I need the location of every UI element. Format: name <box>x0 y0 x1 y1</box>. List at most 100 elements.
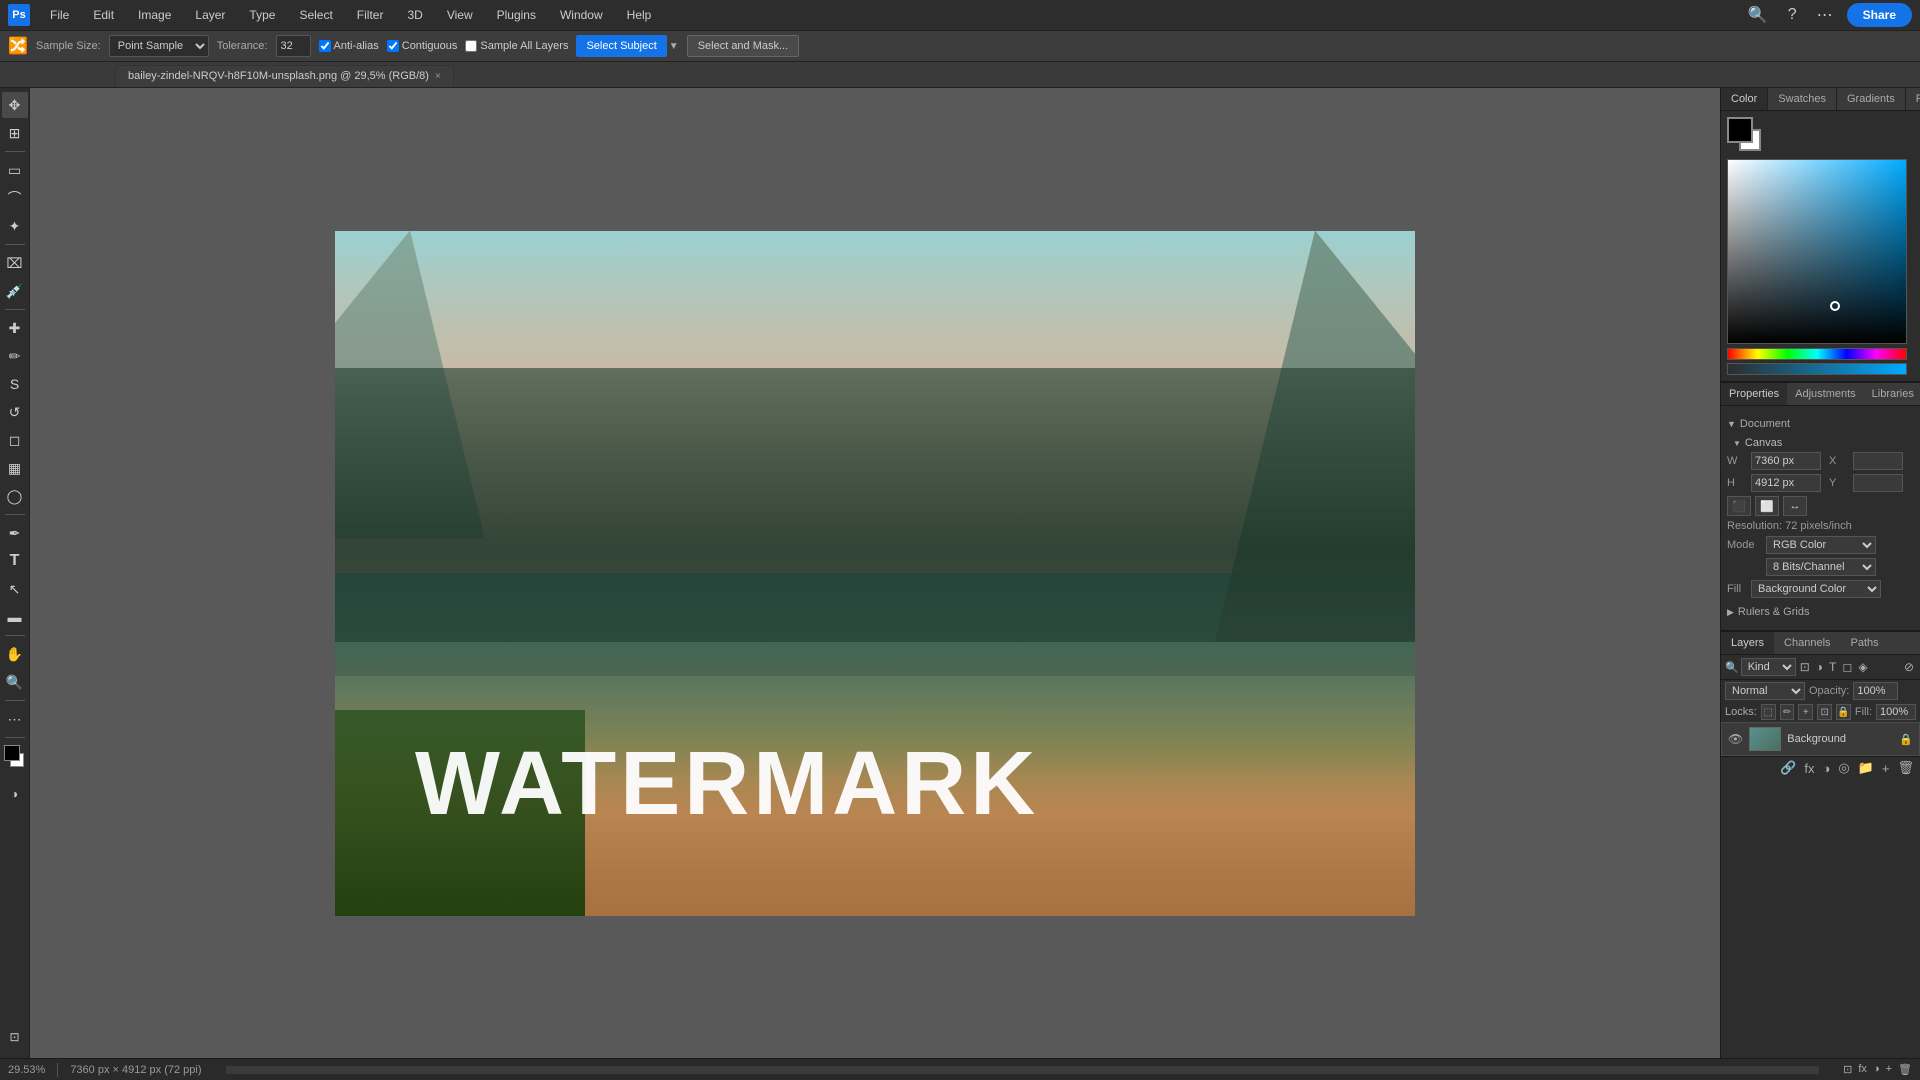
menu-image[interactable]: Image <box>134 6 175 24</box>
quick-mask-mode[interactable]: ◑ <box>2 781 28 807</box>
foreground-color[interactable] <box>4 745 20 761</box>
width-input[interactable] <box>1751 452 1821 470</box>
filter-toggle-icon[interactable]: ⊘ <box>1902 660 1916 674</box>
sample-size-select[interactable]: Point Sample <box>109 35 209 57</box>
contiguous-label[interactable]: Contiguous <box>387 40 458 52</box>
layer-link-icon[interactable]: 🔗 <box>1778 760 1798 776</box>
x-input[interactable] <box>1853 452 1903 470</box>
rotate-btn[interactable]: ↔ <box>1783 496 1807 516</box>
fill-select[interactable]: Background Color <box>1751 580 1881 598</box>
document-section-header[interactable]: Document <box>1727 414 1914 434</box>
tolerance-input[interactable] <box>276 35 311 57</box>
layer-filter-select[interactable]: Kind <box>1741 658 1796 676</box>
magic-wand-tool[interactable]: ✦ <box>2 213 28 239</box>
sample-all-layers-label[interactable]: Sample All Layers <box>465 40 568 52</box>
layer-group-icon[interactable]: 📁 <box>1856 760 1876 776</box>
delete-layer-icon[interactable]: 🗑 <box>1895 760 1916 776</box>
eraser-tool[interactable]: ◻ <box>2 427 28 453</box>
status-icon-3[interactable]: ◑ <box>1873 1063 1880 1076</box>
move-tool[interactable]: ✥ <box>2 92 28 118</box>
pixel-filter-icon[interactable]: ⊡ <box>1798 660 1812 674</box>
status-icon-2[interactable]: fx <box>1858 1063 1867 1076</box>
menu-edit[interactable]: Edit <box>89 6 118 24</box>
hue-slider[interactable] <box>1727 348 1907 360</box>
fg-bg-colors[interactable] <box>2 745 28 777</box>
anti-alias-checkbox[interactable] <box>319 40 331 52</box>
anti-alias-label[interactable]: Anti-alias <box>319 40 379 52</box>
hand-tool[interactable]: ✋ <box>2 641 28 667</box>
text-tool[interactable]: T <box>2 548 28 574</box>
menu-select[interactable]: Select <box>295 6 336 24</box>
shape-tool[interactable]: ▬ <box>2 604 28 630</box>
menu-help[interactable]: Help <box>623 6 656 24</box>
gradients-tab[interactable]: Gradients <box>1837 88 1906 110</box>
rulers-grids-header[interactable]: Rulers & Grids <box>1727 602 1914 622</box>
brush-tool[interactable]: ✏ <box>2 343 28 369</box>
layers-tab[interactable]: Layers <box>1721 632 1774 654</box>
dropdown-arrow-icon[interactable]: ▼ <box>669 41 679 52</box>
screen-mode[interactable]: ⊡ <box>2 1024 28 1050</box>
menu-layer[interactable]: Layer <box>191 6 229 24</box>
properties-tab[interactable]: Properties <box>1721 383 1787 405</box>
more-tools[interactable]: ⋯ <box>2 706 28 732</box>
swatches-tab[interactable]: Swatches <box>1768 88 1837 110</box>
lock-all-btn[interactable]: 🔒 <box>1836 704 1851 720</box>
channels-tab[interactable]: Channels <box>1774 632 1840 654</box>
lock-transparent-btn[interactable]: ⬚ <box>1761 704 1776 720</box>
horizontal-scrollbar[interactable] <box>226 1066 1820 1074</box>
layer-item[interactable]: 👁 Background 🔒 <box>1721 722 1920 756</box>
alpha-slider[interactable] <box>1727 363 1907 375</box>
document-tab[interactable]: bailey-zindel-NRQV-h8F10M-unsplash.png @… <box>115 65 454 87</box>
fill-input[interactable] <box>1876 704 1916 720</box>
marquee-tool[interactable]: ▭ <box>2 157 28 183</box>
patterns-tab[interactable]: Patterns <box>1906 88 1920 110</box>
help-icon[interactable]: ? <box>1782 4 1803 26</box>
status-icon-4[interactable]: + <box>1886 1063 1892 1076</box>
menu-type[interactable]: Type <box>245 6 279 24</box>
menu-filter[interactable]: Filter <box>353 6 388 24</box>
foreground-color-swatch[interactable] <box>1727 117 1753 143</box>
sample-all-layers-checkbox[interactable] <box>465 40 477 52</box>
spot-healing-tool[interactable]: ✚ <box>2 315 28 341</box>
shape-filter-icon[interactable]: ◻ <box>1840 660 1854 674</box>
opacity-input[interactable] <box>1853 682 1898 700</box>
menu-window[interactable]: Window <box>556 6 607 24</box>
libraries-tab[interactable]: Libraries <box>1864 383 1920 405</box>
layer-effects-icon[interactable]: fx <box>1802 761 1816 776</box>
menu-plugins[interactable]: Plugins <box>493 6 540 24</box>
new-layer-icon[interactable]: + <box>1880 761 1892 776</box>
adjustment-layer-icon[interactable]: ◎ <box>1836 760 1851 776</box>
lock-position-btn[interactable]: + <box>1798 704 1813 720</box>
smart-filter-icon[interactable]: ◈ <box>1856 660 1869 674</box>
adjustments-tab[interactable]: Adjustments <box>1787 383 1864 405</box>
contiguous-checkbox[interactable] <box>387 40 399 52</box>
zoom-tool[interactable]: 🔍 <box>2 669 28 695</box>
path-select-tool[interactable]: ↖ <box>2 576 28 602</box>
artboard-tool[interactable]: ⊞ <box>2 120 28 146</box>
paths-tab[interactable]: Paths <box>1841 632 1889 654</box>
height-input[interactable] <box>1751 474 1821 492</box>
menu-view[interactable]: View <box>443 6 477 24</box>
bits-select[interactable]: 8 Bits/Channel <box>1766 558 1876 576</box>
crop-tool[interactable]: ⌧ <box>2 250 28 276</box>
select-and-mask-button[interactable]: Select and Mask... <box>687 35 800 57</box>
search-icon[interactable]: 🔍 <box>1742 3 1774 27</box>
eyedropper-tool[interactable]: 💉 <box>2 278 28 304</box>
select-subject-button[interactable]: Select Subject <box>576 35 666 57</box>
color-gradient[interactable] <box>1727 159 1907 344</box>
more-icon[interactable]: ⋯ <box>1811 3 1839 27</box>
tab-close-icon[interactable]: × <box>435 71 441 82</box>
canvas-section-header[interactable]: Canvas <box>1727 434 1914 452</box>
menu-3d[interactable]: 3D <box>403 6 426 24</box>
lock-image-btn[interactable]: ✏ <box>1780 704 1795 720</box>
text-filter-icon[interactable]: T <box>1827 660 1838 674</box>
pen-tool[interactable]: ✒ <box>2 520 28 546</box>
landscape-btn[interactable]: ⬜ <box>1755 496 1779 516</box>
blend-mode-select[interactable]: Normal <box>1725 682 1805 700</box>
canvas-area[interactable]: WATERMARK <box>30 88 1720 1058</box>
portrait-btn[interactable]: ⬛ <box>1727 496 1751 516</box>
status-icon-5[interactable]: 🗑 <box>1898 1063 1912 1076</box>
lock-artboard-btn[interactable]: ⊡ <box>1817 704 1832 720</box>
menu-file[interactable]: File <box>46 6 73 24</box>
layer-mask-icon[interactable]: ◑ <box>1821 761 1833 776</box>
